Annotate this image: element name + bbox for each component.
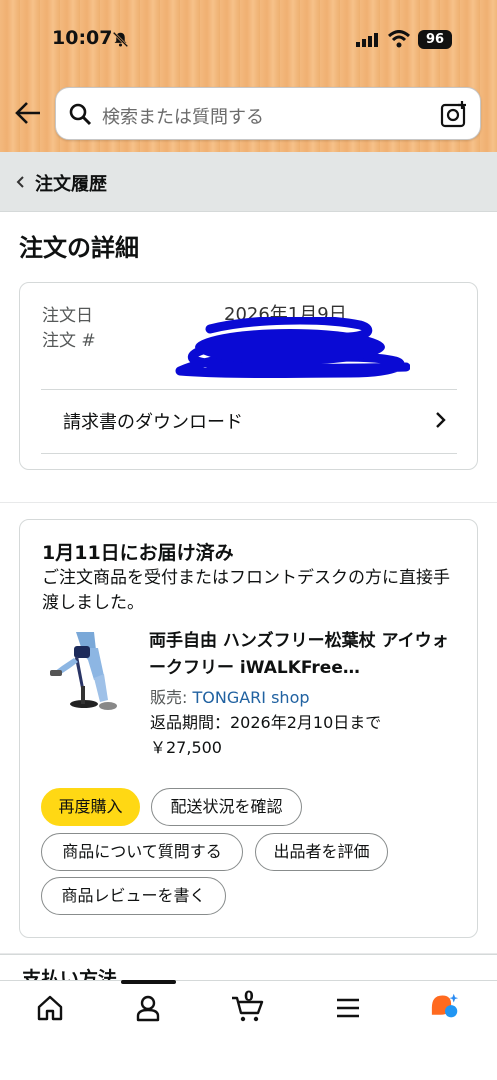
download-invoice-link[interactable]: 請求書のダウンロード (63, 408, 243, 434)
chevron-right-icon[interactable] (435, 411, 447, 429)
shipment-card: 1月11日にお届け済み ご注文商品を受付またはフロントデスクの方に直接手渡しまし… (19, 519, 478, 938)
bell-muted-icon (112, 31, 129, 48)
status-time: 10:07 (52, 27, 113, 49)
rufus-assistant-icon[interactable] (428, 992, 462, 1020)
delivery-status: 1月11日にお届け済み (42, 542, 234, 564)
return-period: 返品期間：2026年2月10日まで (150, 713, 382, 732)
seller-link[interactable]: TONGARI shop (192, 688, 309, 707)
divider (41, 453, 457, 454)
breadcrumb-order-history[interactable]: 注文履歴 (35, 170, 107, 196)
page-title: 注文の詳細 (19, 234, 139, 262)
wifi-icon (388, 30, 410, 48)
search-bar[interactable]: 検索または質問する (55, 87, 481, 140)
product-price: ￥27,500 (150, 738, 222, 757)
cart-count: 0 (244, 989, 254, 1005)
product-image[interactable] (48, 628, 118, 718)
buy-again-button[interactable]: 再度購入 (41, 788, 140, 826)
rate-seller-button[interactable]: 出品者を評価 (255, 833, 388, 871)
app-header: 10:07 96 検索または質問する (0, 0, 497, 152)
write-review-button[interactable]: 商品レビューを書く (41, 877, 226, 915)
order-number-label: 注文 # (42, 331, 96, 351)
product-name-link[interactable]: 両手自由 ハンズフリー松葉杖 アイウォークフリー iWALKFree… (149, 628, 459, 682)
battery-indicator: 96 (418, 30, 452, 49)
account-icon[interactable] (134, 994, 162, 1022)
divider (41, 389, 457, 390)
delivery-message: ご注文商品を受付またはフロントデスクの方に直接手渡しました。 (42, 568, 450, 613)
back-arrow-icon[interactable] (14, 100, 42, 126)
menu-icon[interactable] (334, 994, 362, 1022)
chevron-left-icon (16, 176, 24, 188)
track-package-button[interactable]: 配送状況を確認 (151, 788, 302, 826)
order-info-card: 注文日 注文 # 2026年1月9日 請求書のダウンロード (19, 282, 478, 470)
active-tab-indicator (121, 980, 176, 984)
redaction-scribble (175, 317, 410, 378)
ask-question-button[interactable]: 商品について質問する (41, 833, 243, 871)
search-placeholder[interactable]: 検索または質問する (102, 103, 264, 129)
home-icon[interactable] (36, 994, 64, 1022)
cellular-signal-icon (356, 33, 378, 47)
camera-search-icon[interactable] (440, 100, 468, 128)
seller-info: 販売: TONGARI shop (150, 684, 310, 708)
search-icon (69, 103, 92, 126)
breadcrumb[interactable]: 注文履歴 (0, 152, 497, 212)
order-date-label: 注文日 (42, 306, 93, 326)
seller-prefix: 販売: (150, 688, 193, 707)
